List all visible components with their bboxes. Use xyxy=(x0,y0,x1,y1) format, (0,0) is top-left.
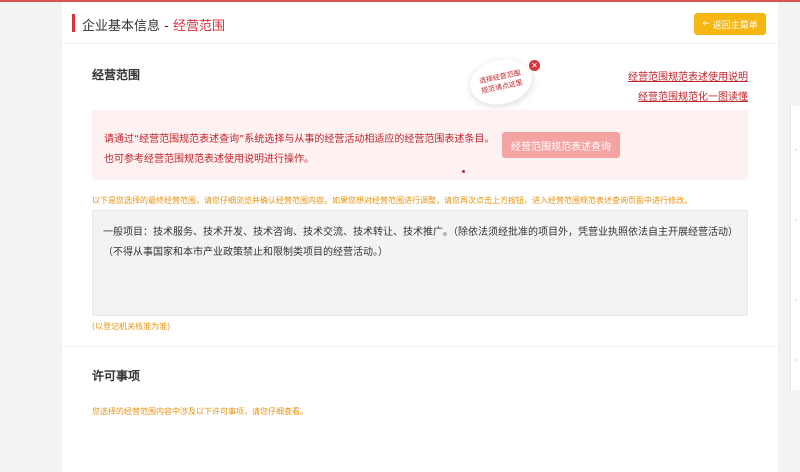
scope-query-button[interactable]: 经营范围规范表述查询 xyxy=(502,132,620,158)
tooltip-text: 选择经营范围规范请点这里 xyxy=(478,68,524,96)
breadcrumb: 企业基本信息 - 经营范围 xyxy=(82,15,225,34)
page-title: 企业基本信息 xyxy=(82,19,161,34)
scope-footnote: (以登记机关核准为准) xyxy=(92,322,171,331)
header-accent-bar xyxy=(72,14,75,32)
side-panel-glyph: · xyxy=(795,146,798,155)
close-icon[interactable]: ✕ xyxy=(529,60,540,71)
permit-section-title: 许可事项 xyxy=(92,369,141,383)
side-panel-glyph: · xyxy=(795,216,798,225)
side-panel-edge[interactable]: · · · · xyxy=(790,106,800,390)
section-divider xyxy=(62,346,778,347)
loading-dot xyxy=(462,170,465,173)
scope-section-title: 经营范围 xyxy=(92,68,141,82)
scope-content-box: 一般项目：技术服务、技术开发、技术咨询、技术交流、技术转让、技术推广。（除依法须… xyxy=(92,210,748,316)
scope-tooltip-bubble[interactable]: 选择经营范围规范请点这里 xyxy=(466,54,536,110)
page-header: 企业基本信息 - 经营范围 ← 返回主菜单 xyxy=(62,2,778,44)
breadcrumb-current: 经营范围 xyxy=(172,19,225,34)
one-chart-guide-link[interactable]: 经营范围规范化一图读懂 xyxy=(628,88,748,108)
notice-line-1: 请通过“经营范围规范表述查询”系统选择与从事的经营活动相适应的经营范围表述条目。 xyxy=(104,134,495,145)
help-links: 经营范围规范表述使用说明 经营范围规范化一图读懂 xyxy=(628,68,748,108)
permit-hint-text: 您选择的经营范围内容中涉及以下许可事项，请您仔细查看。 xyxy=(92,407,308,416)
side-panel-glyph: · xyxy=(795,296,798,305)
main-panel: 企业基本信息 - 经营范围 ← 返回主菜单 经营范围 选择经营范围规范请点这里 … xyxy=(62,2,778,472)
back-button-label: 返回主菜单 xyxy=(712,20,758,31)
back-to-main-menu-button[interactable]: ← 返回主菜单 xyxy=(694,13,766,35)
notice-line-2: 也可参考经营范围规范表述使用说明进行操作。 xyxy=(104,154,314,165)
scope-hint-text: 以下是您选择的最终经营范围，请您仔细浏览并确认经营范围内容。如果您想对经营范围进… xyxy=(92,196,692,205)
side-panel-glyph: · xyxy=(795,356,798,365)
scope-notice-box: 请通过“经营范围规范表述查询”系统选择与从事的经营活动相适应的经营范围表述条目。… xyxy=(92,110,748,180)
usage-guide-link[interactable]: 经营范围规范表述使用说明 xyxy=(628,68,748,88)
breadcrumb-separator: - xyxy=(160,19,173,34)
arrow-left-icon: ← xyxy=(702,19,710,29)
